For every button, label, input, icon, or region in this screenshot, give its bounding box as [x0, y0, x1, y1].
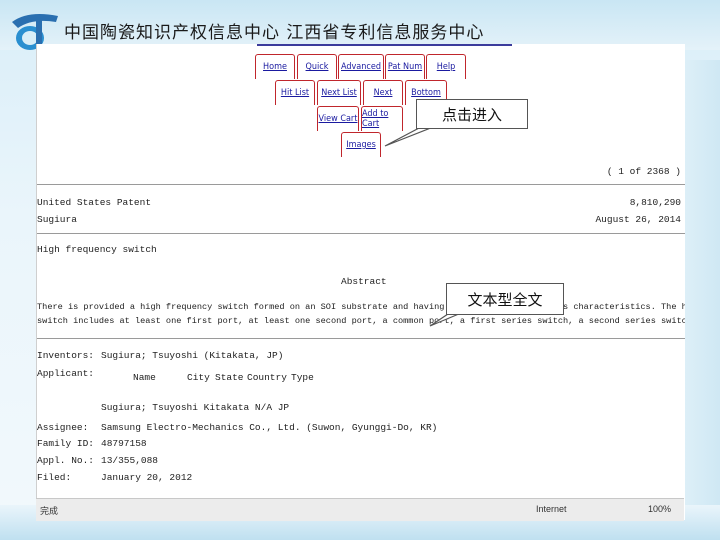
family-id-value: 48797158: [101, 438, 147, 449]
patent-number: 8,810,290: [629, 197, 681, 208]
status-bar: 完成 Internet 100%: [36, 498, 684, 521]
advanced-button[interactable]: Advanced: [338, 54, 384, 79]
hit-count: ( 1 of 2368 ): [606, 166, 681, 177]
applicant-value: Sugiura; Tsuyoshi Kitakata N/A JP: [101, 402, 290, 413]
view-cart-button[interactable]: View Cart: [317, 106, 359, 131]
patent-title: High frequency switch: [37, 244, 157, 255]
abstract-line-1: There is provided a high frequency switc…: [37, 302, 685, 312]
browser-content: Home Quick Advanced Pat Num Help Hit Lis…: [36, 44, 685, 520]
appl-no-label: Appl. No.:: [37, 455, 95, 466]
status-zone: Internet: [536, 504, 567, 514]
next-button[interactable]: Next: [363, 80, 403, 105]
divider: [37, 338, 685, 339]
applicant-label: Applicant:: [37, 368, 95, 379]
inventors-value: Sugiura; Tsuyoshi (Kitakata, JP): [101, 350, 284, 361]
quick-button[interactable]: Quick: [297, 54, 337, 79]
abstract-heading: Abstract: [341, 276, 387, 287]
callout-full-text: 文本型全文: [446, 283, 564, 315]
patent-date: August 26, 2014: [595, 214, 681, 225]
slide-right-band: [680, 60, 720, 530]
hit-list-button[interactable]: Hit List: [275, 80, 315, 105]
divider: [37, 233, 685, 234]
filed-label: Filed:: [37, 472, 72, 483]
abstract-line-2: switch includes at least one first port,…: [37, 316, 685, 326]
applicant-col-name: Name: [133, 372, 156, 383]
patent-type: United States Patent: [37, 197, 152, 208]
add-to-cart-button[interactable]: Add to Cart: [361, 106, 403, 131]
assignee-value: Samsung Electro-Mechanics Co., Ltd. (Suw…: [101, 422, 438, 433]
applicant-col-city: City: [187, 372, 210, 383]
next-list-button[interactable]: Next List: [317, 80, 361, 105]
home-button[interactable]: Home: [255, 54, 295, 79]
appl-no-value: 13/355,088: [101, 455, 159, 466]
inventors-label: Inventors:: [37, 350, 95, 361]
applicant-col-type: Type: [291, 372, 314, 383]
header-divider: [257, 44, 512, 46]
page-title: 中国陶瓷知识产权信息中心 江西省专利信息服务中心: [64, 23, 485, 43]
applicant-col-state: State: [215, 372, 244, 383]
status-done: 完成: [40, 506, 59, 516]
family-id-label: Family ID:: [37, 438, 95, 449]
help-button[interactable]: Help: [426, 54, 466, 79]
filed-value: January 20, 2012: [101, 472, 193, 483]
images-button[interactable]: Images: [341, 132, 381, 157]
divider: [37, 184, 685, 185]
assignee-label: Assignee:: [37, 422, 89, 433]
inventor-short: Sugiura: [37, 214, 77, 225]
callout-click-enter: 点击进入: [416, 99, 528, 129]
status-zoom[interactable]: 100%: [648, 504, 671, 514]
pat-num-button[interactable]: Pat Num: [385, 54, 425, 79]
applicant-col-country: Country: [247, 372, 287, 383]
